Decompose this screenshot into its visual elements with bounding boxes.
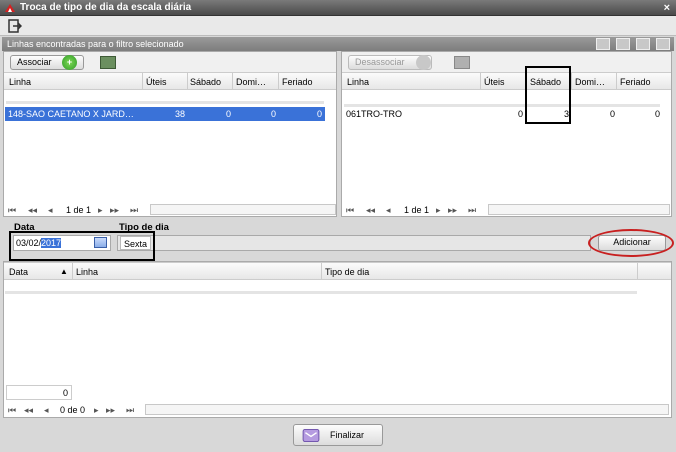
bottom-hscrollbar[interactable] — [145, 404, 669, 415]
bottom-pager: ⏮ ◂◂ ◂ 0 de 0 ▸ ▸▸ ⏭ — [6, 402, 146, 418]
col-feriado[interactable]: Feriado — [620, 77, 651, 87]
window-titlebar: Troca de tipo de dia da escala diária × — [0, 0, 676, 16]
app-logo-icon — [5, 4, 15, 12]
highlight-box-sabado — [525, 66, 571, 124]
finish-icon — [302, 429, 320, 442]
section-header: Linhas encontradas para o filtro selecio… — [2, 37, 674, 51]
next-icon[interactable]: ▸ — [94, 402, 99, 418]
maximize-panel-icon[interactable] — [656, 38, 670, 50]
first-page-icon[interactable]: ⏮ — [8, 202, 16, 218]
sort-asc-icon[interactable]: ▲ — [60, 267, 68, 276]
left-pane: Associar + Linha Úteis Sábado Domi… Feri… — [3, 51, 337, 217]
prev-page-icon[interactable]: ◂◂ — [24, 402, 33, 418]
prev-page-icon[interactable]: ◂◂ — [366, 202, 375, 218]
next-icon[interactable]: ▸ — [98, 202, 103, 218]
remove-icon[interactable] — [416, 55, 431, 70]
last-page-icon[interactable]: ⏭ — [126, 402, 134, 418]
right-pager: ⏮ ◂◂ ◂ 1 de 1 ▸ ▸▸ ⏭ — [344, 202, 484, 218]
col-domingo[interactable]: Domi… — [575, 77, 605, 87]
total-field: 0 — [6, 385, 72, 400]
next-page-icon[interactable]: ▸▸ — [448, 202, 457, 218]
left-hscrollbar[interactable] — [150, 204, 336, 215]
col-domingo[interactable]: Domi… — [236, 77, 266, 87]
col-uteis[interactable]: Úteis — [484, 77, 505, 87]
export-excel-icon[interactable] — [100, 56, 116, 69]
close-icon[interactable]: × — [664, 0, 670, 16]
right-pane: Desassociar Linha Úteis Sábado Domi… Fer… — [341, 51, 672, 217]
left-grid-header: Linha Úteis Sábado Domi… Feriado — [4, 72, 336, 90]
highlight-ellipse-add — [588, 229, 674, 257]
next-page-icon[interactable]: ▸▸ — [110, 202, 119, 218]
page-indicator: 1 de 1 — [404, 205, 430, 215]
highlight-box-date — [9, 231, 155, 261]
prev-icon[interactable]: ◂ — [48, 202, 53, 218]
col-sabado[interactable]: Sábado — [190, 77, 221, 87]
daytype-field[interactable]: Sexta — [117, 235, 591, 251]
first-page-icon[interactable]: ⏮ — [346, 202, 354, 218]
last-page-icon[interactable]: ⏭ — [130, 202, 138, 218]
table-row[interactable]: 148-SAO CAETANO X JARD… 38 0 0 0 — [5, 107, 325, 121]
right-hscrollbar[interactable] — [488, 204, 670, 215]
window-title: Troca de tipo de dia da escala diária — [20, 2, 192, 13]
undo-icon[interactable] — [596, 38, 610, 50]
bottom-grid-header: Data ▲ Linha Tipo de dia — [4, 262, 671, 280]
add-icon[interactable]: + — [62, 55, 77, 70]
right-grid-header: Linha Úteis Sábado Domi… Feriado — [342, 72, 671, 90]
col-feriado[interactable]: Feriado — [282, 77, 313, 87]
prev-page-icon[interactable]: ◂◂ — [28, 202, 37, 218]
col-data[interactable]: Data — [9, 267, 28, 277]
page-indicator: 0 de 0 — [60, 405, 86, 415]
left-pager: ⏮ ◂◂ ◂ 1 de 1 ▸ ▸▸ ⏭ — [6, 202, 146, 218]
col-linha[interactable]: Linha — [76, 267, 98, 277]
finish-button[interactable]: Finalizar — [293, 424, 383, 446]
prev-icon[interactable]: ◂ — [386, 202, 391, 218]
export-excel-icon[interactable] — [454, 56, 470, 69]
page-indicator: 1 de 1 — [66, 205, 92, 215]
table-row[interactable]: 061TRO-TRO 0 3 0 0 — [343, 107, 663, 121]
bottom-grid: Data ▲ Linha Tipo de dia 0 ⏮ ◂◂ ◂ 0 de 0… — [3, 261, 672, 418]
next-page-icon[interactable]: ▸▸ — [106, 402, 115, 418]
toolbar — [0, 16, 676, 36]
first-page-icon[interactable]: ⏮ — [8, 402, 16, 418]
col-linha[interactable]: Linha — [347, 77, 369, 87]
next-icon[interactable]: ▸ — [436, 202, 441, 218]
footer-bar: Finalizar — [0, 420, 676, 452]
restore-panel-icon[interactable] — [636, 38, 650, 50]
col-uteis[interactable]: Úteis — [146, 77, 167, 87]
exit-icon[interactable] — [8, 19, 22, 33]
section-title: Linhas encontradas para o filtro selecio… — [7, 39, 184, 49]
minimize-panel-icon[interactable] — [616, 38, 630, 50]
last-page-icon[interactable]: ⏭ — [468, 202, 476, 218]
col-linha[interactable]: Linha — [9, 77, 31, 87]
prev-icon[interactable]: ◂ — [44, 402, 49, 418]
col-tipo-dia[interactable]: Tipo de dia — [325, 267, 369, 277]
